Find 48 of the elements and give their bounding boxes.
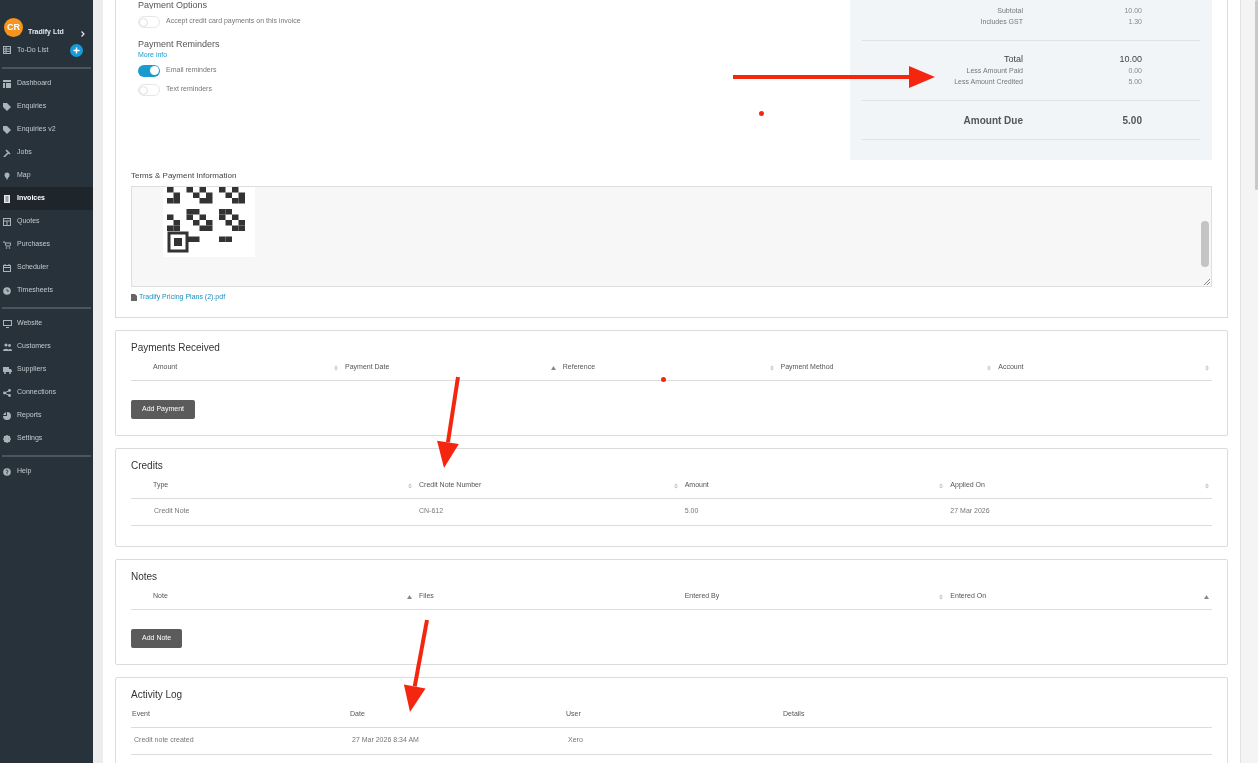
- section-title: Notes: [131, 569, 159, 584]
- section-heading: Terms & Payment Information: [131, 170, 238, 182]
- add-button[interactable]: [70, 43, 83, 57]
- tag-icon: [3, 102, 12, 111]
- share-icon: [3, 388, 12, 397]
- total-label: Amount Due: [962, 113, 1023, 128]
- calendar-icon: [3, 263, 12, 272]
- total-value: 5.00: [1121, 113, 1142, 128]
- section-heading: Payment Reminders: [138, 39, 221, 50]
- truck-icon: [3, 365, 12, 374]
- plus-icon: [73, 46, 80, 54]
- page-scrollbar[interactable]: [1240, 0, 1258, 763]
- dashboard-icon: [3, 79, 12, 88]
- clock-icon: [3, 286, 12, 295]
- section-title: Credits: [131, 458, 164, 473]
- hammer-icon: [3, 148, 12, 157]
- tag-icon: [3, 125, 12, 134]
- document-icon: [3, 194, 12, 203]
- file-icon: [131, 293, 137, 301]
- calculator-icon: [3, 217, 12, 226]
- terms-text-area[interactable]: [131, 186, 1212, 287]
- map-pin-icon: [3, 171, 12, 180]
- toggle-switch[interactable]: [138, 83, 160, 96]
- resize-grip-icon: [1204, 279, 1210, 285]
- help-icon: [3, 467, 12, 476]
- total-value: 10.00: [1118, 52, 1142, 66]
- section-heading: Payment Options: [138, 0, 209, 9]
- sort-icon: [987, 364, 992, 371]
- chevron-right-icon: [81, 31, 85, 37]
- section-title: Payments Received: [131, 340, 221, 355]
- people-icon: [3, 342, 12, 351]
- monitor-icon: [3, 319, 12, 328]
- sort-ascending-icon: [550, 365, 556, 370]
- settings-icon: [3, 434, 12, 443]
- toggle-switch[interactable]: [138, 15, 160, 28]
- sort-ascending-icon: [1204, 594, 1209, 599]
- sort-icon: [939, 482, 944, 489]
- cart-icon: [3, 240, 12, 249]
- list-icon: [3, 46, 11, 54]
- toggle-switch[interactable]: [138, 64, 160, 77]
- sort-icon: [769, 364, 774, 371]
- scrollbar-thumb[interactable]: [1201, 221, 1209, 267]
- sort-icon: [673, 482, 678, 489]
- sort-icon: [939, 593, 944, 600]
- total-label: Total: [1003, 52, 1023, 66]
- sort-ascending-icon: [407, 594, 412, 599]
- section-title: Activity Log: [131, 687, 184, 702]
- pie-chart-icon: [3, 411, 12, 420]
